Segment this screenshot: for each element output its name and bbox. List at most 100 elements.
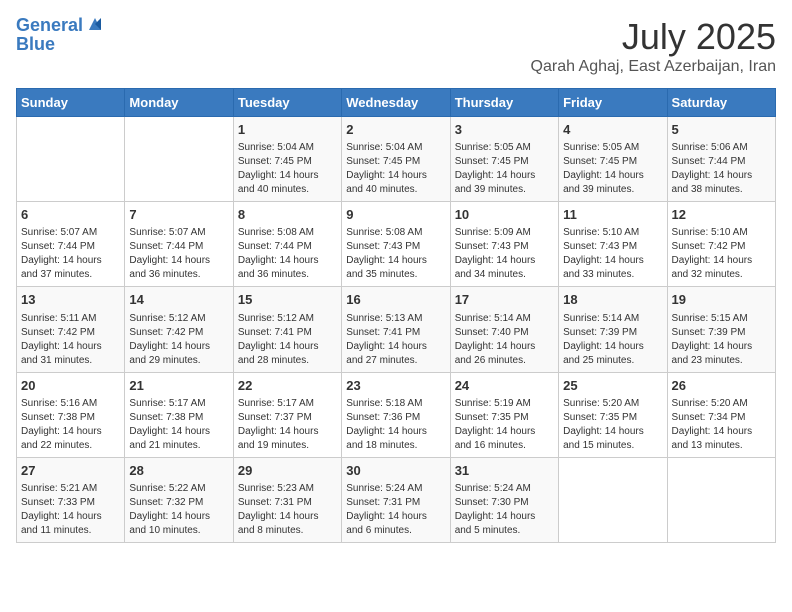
sunrise-text: Sunrise: 5:09 AM: [455, 226, 554, 240]
daylight-text: Daylight: 14 hours and 28 minutes.: [238, 340, 337, 368]
sunrise-text: Sunrise: 5:22 AM: [129, 482, 228, 496]
sunrise-text: Sunrise: 5:04 AM: [238, 141, 337, 155]
day-cell: [125, 117, 233, 202]
sunrise-text: Sunrise: 5:18 AM: [346, 397, 445, 411]
sunset-text: Sunset: 7:43 PM: [346, 240, 445, 254]
day-number: 31: [455, 462, 554, 480]
day-cell: 7Sunrise: 5:07 AMSunset: 7:44 PMDaylight…: [125, 202, 233, 287]
day-cell: 18Sunrise: 5:14 AMSunset: 7:39 PMDayligh…: [559, 287, 667, 372]
sunset-text: Sunset: 7:39 PM: [563, 326, 662, 340]
sunrise-text: Sunrise: 5:15 AM: [672, 312, 771, 326]
day-number: 20: [21, 377, 120, 395]
day-number: 17: [455, 291, 554, 309]
sunrise-text: Sunrise: 5:17 AM: [238, 397, 337, 411]
sunrise-text: Sunrise: 5:07 AM: [129, 226, 228, 240]
sunrise-text: Sunrise: 5:24 AM: [346, 482, 445, 496]
sunrise-text: Sunrise: 5:05 AM: [563, 141, 662, 155]
day-number: 14: [129, 291, 228, 309]
logo-icon: [85, 14, 105, 34]
daylight-text: Daylight: 14 hours and 38 minutes.: [672, 169, 771, 197]
day-number: 24: [455, 377, 554, 395]
daylight-text: Daylight: 14 hours and 25 minutes.: [563, 340, 662, 368]
header-wednesday: Wednesday: [342, 89, 450, 117]
sunset-text: Sunset: 7:42 PM: [129, 326, 228, 340]
header-thursday: Thursday: [450, 89, 558, 117]
sunrise-text: Sunrise: 5:07 AM: [21, 226, 120, 240]
day-number: 10: [455, 206, 554, 224]
daylight-text: Daylight: 14 hours and 8 minutes.: [238, 510, 337, 538]
calendar-body: 1Sunrise: 5:04 AMSunset: 7:45 PMDaylight…: [17, 117, 776, 543]
header-sunday: Sunday: [17, 89, 125, 117]
daylight-text: Daylight: 14 hours and 31 minutes.: [21, 340, 120, 368]
day-number: 12: [672, 206, 771, 224]
calendar-header: SundayMondayTuesdayWednesdayThursdayFrid…: [17, 89, 776, 117]
sunset-text: Sunset: 7:31 PM: [238, 496, 337, 510]
day-cell: 8Sunrise: 5:08 AMSunset: 7:44 PMDaylight…: [233, 202, 341, 287]
daylight-text: Daylight: 14 hours and 33 minutes.: [563, 254, 662, 282]
day-number: 9: [346, 206, 445, 224]
sunset-text: Sunset: 7:38 PM: [21, 411, 120, 425]
day-cell: [559, 457, 667, 542]
sunrise-text: Sunrise: 5:21 AM: [21, 482, 120, 496]
day-cell: 16Sunrise: 5:13 AMSunset: 7:41 PMDayligh…: [342, 287, 450, 372]
day-number: 16: [346, 291, 445, 309]
sunset-text: Sunset: 7:39 PM: [672, 326, 771, 340]
calendar-table: SundayMondayTuesdayWednesdayThursdayFrid…: [16, 88, 776, 543]
day-number: 5: [672, 121, 771, 139]
week-row-2: 6Sunrise: 5:07 AMSunset: 7:44 PMDaylight…: [17, 202, 776, 287]
header-friday: Friday: [559, 89, 667, 117]
day-number: 13: [21, 291, 120, 309]
daylight-text: Daylight: 14 hours and 11 minutes.: [21, 510, 120, 538]
sunrise-text: Sunrise: 5:20 AM: [563, 397, 662, 411]
sunset-text: Sunset: 7:42 PM: [21, 326, 120, 340]
daylight-text: Daylight: 14 hours and 16 minutes.: [455, 425, 554, 453]
calendar-title: July 2025: [531, 16, 776, 58]
logo-text-line2: Blue: [16, 34, 105, 55]
title-block: July 2025 Qarah Aghaj, East Azerbaijan, …: [531, 16, 776, 76]
sunset-text: Sunset: 7:45 PM: [563, 155, 662, 169]
sunset-text: Sunset: 7:37 PM: [238, 411, 337, 425]
sunrise-text: Sunrise: 5:13 AM: [346, 312, 445, 326]
sunrise-text: Sunrise: 5:24 AM: [455, 482, 554, 496]
day-cell: 20Sunrise: 5:16 AMSunset: 7:38 PMDayligh…: [17, 372, 125, 457]
sunrise-text: Sunrise: 5:20 AM: [672, 397, 771, 411]
daylight-text: Daylight: 14 hours and 23 minutes.: [672, 340, 771, 368]
day-cell: 28Sunrise: 5:22 AMSunset: 7:32 PMDayligh…: [125, 457, 233, 542]
sunrise-text: Sunrise: 5:10 AM: [563, 226, 662, 240]
day-cell: 21Sunrise: 5:17 AMSunset: 7:38 PMDayligh…: [125, 372, 233, 457]
week-row-3: 13Sunrise: 5:11 AMSunset: 7:42 PMDayligh…: [17, 287, 776, 372]
day-number: 15: [238, 291, 337, 309]
sunrise-text: Sunrise: 5:10 AM: [672, 226, 771, 240]
daylight-text: Daylight: 14 hours and 26 minutes.: [455, 340, 554, 368]
day-cell: 23Sunrise: 5:18 AMSunset: 7:36 PMDayligh…: [342, 372, 450, 457]
sunset-text: Sunset: 7:43 PM: [563, 240, 662, 254]
day-cell: 3Sunrise: 5:05 AMSunset: 7:45 PMDaylight…: [450, 117, 558, 202]
sunset-text: Sunset: 7:41 PM: [238, 326, 337, 340]
day-cell: 26Sunrise: 5:20 AMSunset: 7:34 PMDayligh…: [667, 372, 775, 457]
sunset-text: Sunset: 7:38 PM: [129, 411, 228, 425]
day-number: 27: [21, 462, 120, 480]
day-cell: 13Sunrise: 5:11 AMSunset: 7:42 PMDayligh…: [17, 287, 125, 372]
calendar-subtitle: Qarah Aghaj, East Azerbaijan, Iran: [531, 58, 776, 76]
daylight-text: Daylight: 14 hours and 34 minutes.: [455, 254, 554, 282]
daylight-text: Daylight: 14 hours and 15 minutes.: [563, 425, 662, 453]
sunset-text: Sunset: 7:34 PM: [672, 411, 771, 425]
day-cell: 22Sunrise: 5:17 AMSunset: 7:37 PMDayligh…: [233, 372, 341, 457]
logo: General Blue: [16, 16, 105, 55]
sunset-text: Sunset: 7:42 PM: [672, 240, 771, 254]
day-cell: 30Sunrise: 5:24 AMSunset: 7:31 PMDayligh…: [342, 457, 450, 542]
day-cell: [17, 117, 125, 202]
sunrise-text: Sunrise: 5:04 AM: [346, 141, 445, 155]
day-cell: 5Sunrise: 5:06 AMSunset: 7:44 PMDaylight…: [667, 117, 775, 202]
header-saturday: Saturday: [667, 89, 775, 117]
sunset-text: Sunset: 7:41 PM: [346, 326, 445, 340]
daylight-text: Daylight: 14 hours and 36 minutes.: [129, 254, 228, 282]
sunrise-text: Sunrise: 5:14 AM: [455, 312, 554, 326]
daylight-text: Daylight: 14 hours and 39 minutes.: [563, 169, 662, 197]
daylight-text: Daylight: 14 hours and 32 minutes.: [672, 254, 771, 282]
day-number: 23: [346, 377, 445, 395]
sunrise-text: Sunrise: 5:19 AM: [455, 397, 554, 411]
day-number: 26: [672, 377, 771, 395]
day-number: 21: [129, 377, 228, 395]
sunrise-text: Sunrise: 5:06 AM: [672, 141, 771, 155]
